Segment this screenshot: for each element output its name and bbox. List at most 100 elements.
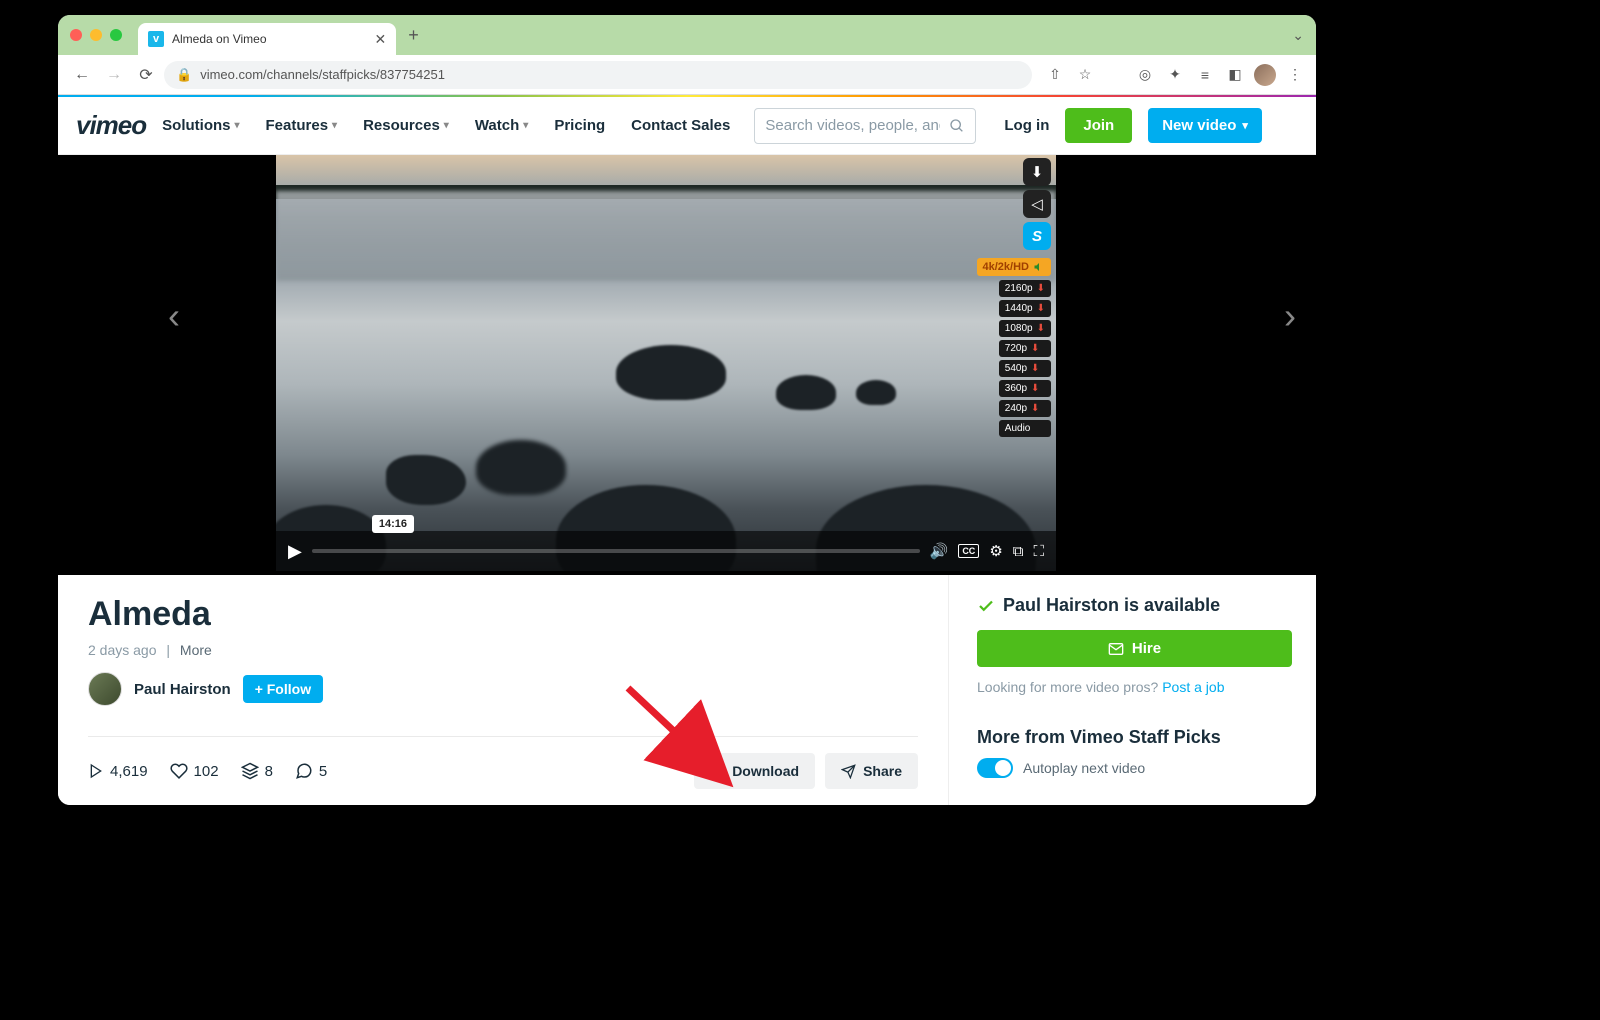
video-meta: 2 days ago | More xyxy=(88,642,918,658)
sidepanel-icon[interactable]: ◧ xyxy=(1224,64,1246,86)
quality-1440p[interactable]: 1440p⬇ xyxy=(999,300,1051,317)
follow-button[interactable]: + Follow xyxy=(243,675,323,703)
search-placeholder: Search videos, people, and more xyxy=(765,117,940,134)
send-ext-icon[interactable]: ◁ xyxy=(1023,190,1051,218)
comment-icon xyxy=(295,762,313,780)
nav-pricing[interactable]: Pricing xyxy=(554,117,605,134)
autoplay-toggle[interactable] xyxy=(977,758,1013,778)
extensions-icon[interactable]: ✦ xyxy=(1164,64,1186,86)
sidebar: Paul Hairston is available Hire Looking … xyxy=(948,575,1316,805)
extension-instagram-icon[interactable]: ◎ xyxy=(1134,64,1156,86)
lock-icon: 🔒 xyxy=(176,67,192,83)
author-avatar[interactable] xyxy=(88,672,122,706)
availability-row: Paul Hairston is available xyxy=(977,595,1292,616)
extension-opera-icon[interactable] xyxy=(1104,64,1126,86)
main-column: Almeda 2 days ago | More Paul Hairston +… xyxy=(58,575,948,805)
heart-icon xyxy=(170,762,188,780)
prev-video-button[interactable]: ‹ xyxy=(168,295,180,337)
new-tab-button[interactable]: + xyxy=(408,25,419,46)
fullscreen-icon[interactable]: ⛶ xyxy=(1033,543,1044,560)
tab-title: Almeda on Vimeo xyxy=(172,32,267,46)
browser-tabbar: v Almeda on Vimeo ✕ + ⌄ xyxy=(58,15,1316,55)
bookmark-icon[interactable]: ☆ xyxy=(1074,64,1096,86)
mail-icon xyxy=(1108,641,1124,657)
comments-stat[interactable]: 5 xyxy=(295,762,327,780)
s-ext-icon[interactable]: S xyxy=(1023,222,1051,250)
nav-watch[interactable]: Watch▾ xyxy=(475,117,528,134)
autoplay-label: Autoplay next video xyxy=(1023,760,1145,776)
quality-360p[interactable]: 360p⬇ xyxy=(999,380,1051,397)
quality-1080p[interactable]: 1080p⬇ xyxy=(999,320,1051,337)
timeline-scrubber[interactable]: 14:16 xyxy=(312,549,920,553)
post-job-link[interactable]: Post a job xyxy=(1162,679,1224,695)
time-tooltip: 14:16 xyxy=(372,515,414,533)
url-input[interactable]: 🔒 vimeo.com/channels/staffpicks/83775425… xyxy=(164,61,1032,89)
join-button[interactable]: Join xyxy=(1065,108,1132,143)
forward-button[interactable]: → xyxy=(100,61,128,89)
close-tab-icon[interactable]: ✕ xyxy=(375,31,387,48)
video-title: Almeda xyxy=(88,595,918,634)
sound-icon xyxy=(1033,261,1045,273)
nav-resources[interactable]: Resources▾ xyxy=(363,117,449,134)
download-button[interactable]: Download xyxy=(694,753,815,789)
minimize-window-icon[interactable] xyxy=(90,29,102,41)
nav-solutions[interactable]: Solutions▾ xyxy=(162,117,239,134)
send-icon xyxy=(841,764,856,779)
plays-stat[interactable]: 4,619 xyxy=(88,763,148,780)
collections-stat[interactable]: 8 xyxy=(241,762,273,780)
quality-540p[interactable]: 540p⬇ xyxy=(999,360,1051,377)
settings-icon[interactable]: ⚙ xyxy=(989,542,1002,560)
playlist-icon[interactable]: ≡ xyxy=(1194,64,1216,86)
more-link[interactable]: More xyxy=(180,642,212,658)
play-icon xyxy=(88,763,104,779)
window-controls xyxy=(70,29,122,41)
maximize-window-icon[interactable] xyxy=(110,29,122,41)
looking-text: Looking for more video pros? Post a job xyxy=(977,679,1292,695)
share-button[interactable]: Share xyxy=(825,753,918,789)
vimeo-header: vimeo Solutions▾ Features▾ Resources▾ Wa… xyxy=(58,97,1316,155)
cc-icon[interactable]: CC xyxy=(958,544,979,558)
download-icon xyxy=(710,764,725,779)
url-text: vimeo.com/channels/staffpicks/837754251 xyxy=(200,67,445,82)
volume-icon[interactable]: 🔊 xyxy=(930,542,949,560)
login-link[interactable]: Log in xyxy=(1004,117,1049,134)
reload-button[interactable]: ⟳ xyxy=(132,61,160,89)
search-icon xyxy=(949,118,965,134)
quality-240p[interactable]: 240p⬇ xyxy=(999,400,1051,417)
browser-tab[interactable]: v Almeda on Vimeo ✕ xyxy=(138,23,396,55)
menu-icon[interactable]: ⋮ xyxy=(1284,64,1306,86)
hire-button[interactable]: Hire xyxy=(977,630,1292,667)
player-area: ‹ › ⬇ ◁ S 4k/2k/HD 2160p⬇ 1440p⬇ 1080p⬇ xyxy=(58,155,1316,575)
download-ext-icon[interactable]: ⬇ xyxy=(1023,158,1051,186)
video-player[interactable]: ⬇ ◁ S 4k/2k/HD 2160p⬇ 1440p⬇ 1080p⬇ 720p… xyxy=(276,155,1056,571)
browser-address-bar: ← → ⟳ 🔒 vimeo.com/channels/staffpicks/83… xyxy=(58,55,1316,95)
layers-icon xyxy=(241,762,259,780)
quality-audio[interactable]: Audio xyxy=(999,420,1051,437)
chevron-down-icon: ▾ xyxy=(1242,119,1248,132)
close-window-icon[interactable] xyxy=(70,29,82,41)
autoplay-row: Autoplay next video xyxy=(977,758,1292,778)
video-age: 2 days ago xyxy=(88,642,157,658)
likes-stat[interactable]: 102 xyxy=(170,762,219,780)
play-button[interactable]: ▶ xyxy=(288,541,302,562)
nav-contact-sales[interactable]: Contact Sales xyxy=(631,117,730,134)
quality-720p[interactable]: 720p⬇ xyxy=(999,340,1051,357)
vimeo-logo[interactable]: vimeo xyxy=(76,110,146,141)
quality-2160p[interactable]: 2160p⬇ xyxy=(999,280,1051,297)
profile-avatar[interactable] xyxy=(1254,64,1276,86)
next-video-button[interactable]: › xyxy=(1284,295,1296,337)
search-input[interactable]: Search videos, people, and more xyxy=(754,108,976,144)
more-from-heading: More from Vimeo Staff Picks xyxy=(977,727,1292,748)
pip-icon[interactable]: ⧉ xyxy=(1013,543,1024,560)
back-button[interactable]: ← xyxy=(68,61,96,89)
player-controls: ▶ 14:16 🔊 CC ⚙ ⧉ ⛶ xyxy=(276,531,1056,571)
tabs-menu-icon[interactable]: ⌄ xyxy=(1292,27,1304,44)
new-video-button[interactable]: New video▾ xyxy=(1148,108,1262,143)
quality-badge[interactable]: 4k/2k/HD xyxy=(977,258,1051,276)
share-icon[interactable]: ⇧ xyxy=(1044,64,1066,86)
check-icon xyxy=(977,597,995,615)
author-name[interactable]: Paul Hairston xyxy=(134,681,231,698)
nav-features[interactable]: Features▾ xyxy=(266,117,338,134)
quality-list: 2160p⬇ 1440p⬇ 1080p⬇ 720p⬇ 540p⬇ 360p⬇ 2… xyxy=(999,280,1051,437)
vimeo-favicon-icon: v xyxy=(148,31,164,47)
